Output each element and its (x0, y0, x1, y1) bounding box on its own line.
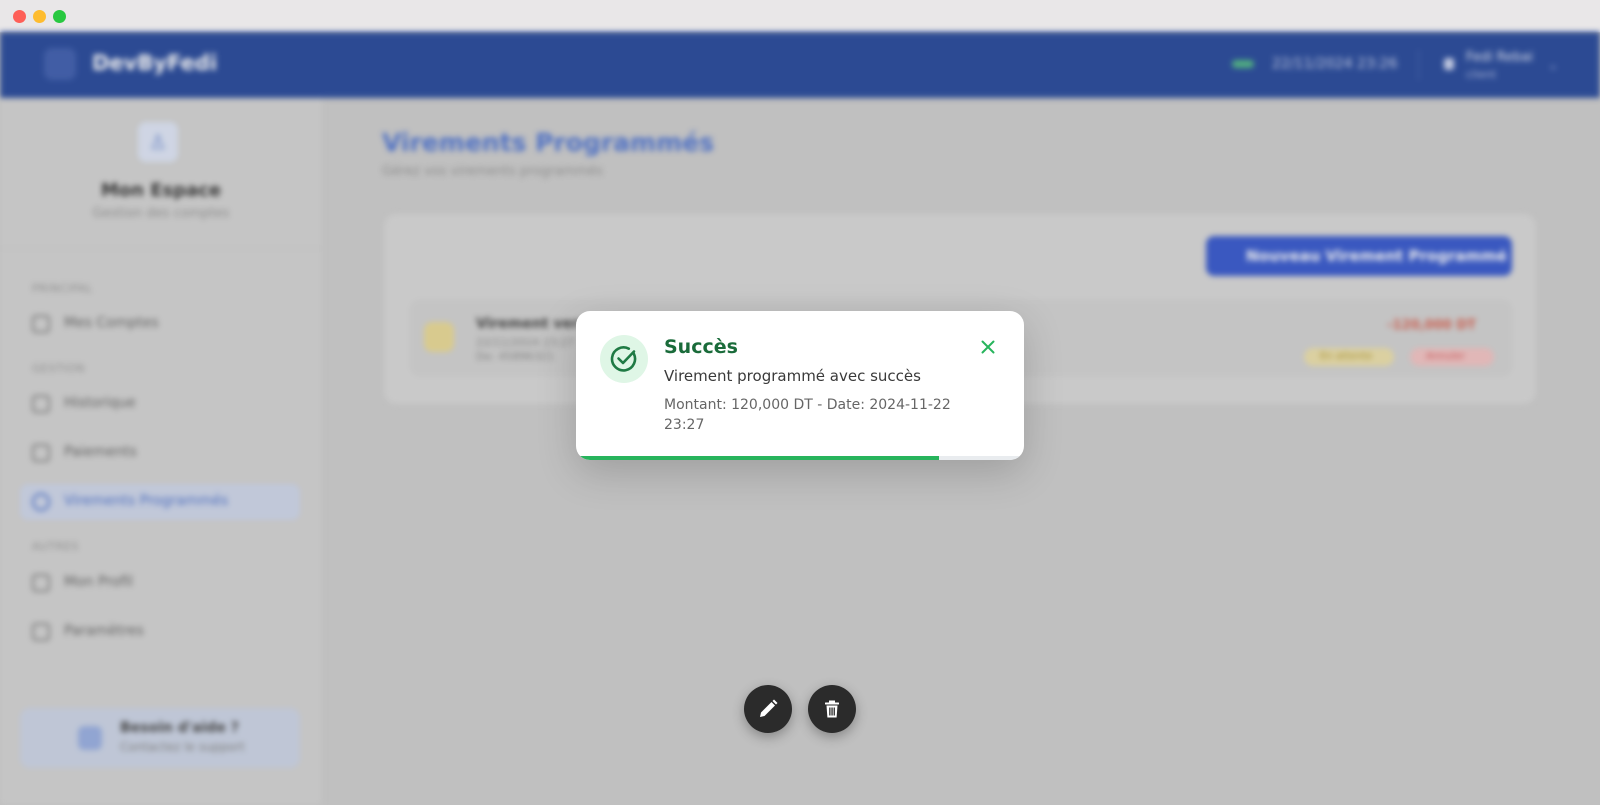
toast-detail: Montant: 120,000 DT - Date: 2024-11-22 2… (664, 397, 951, 433)
toast-progress-track (576, 456, 1024, 460)
delete-button[interactable] (808, 685, 856, 733)
success-toast: Succès Virement programmé avec succès Mo… (576, 311, 1024, 460)
close-icon[interactable] (976, 335, 1000, 359)
check-circle-icon (600, 335, 648, 383)
toast-progress-fill (576, 456, 939, 460)
edit-button[interactable] (744, 685, 792, 733)
window-maximize-button[interactable] (53, 10, 66, 23)
window-minimize-button[interactable] (33, 10, 46, 23)
window-close-button[interactable] (13, 10, 26, 23)
toast-message: Virement programmé avec succès (664, 367, 921, 385)
toast-title: Succès (664, 336, 738, 358)
window-titlebar (0, 0, 1600, 33)
